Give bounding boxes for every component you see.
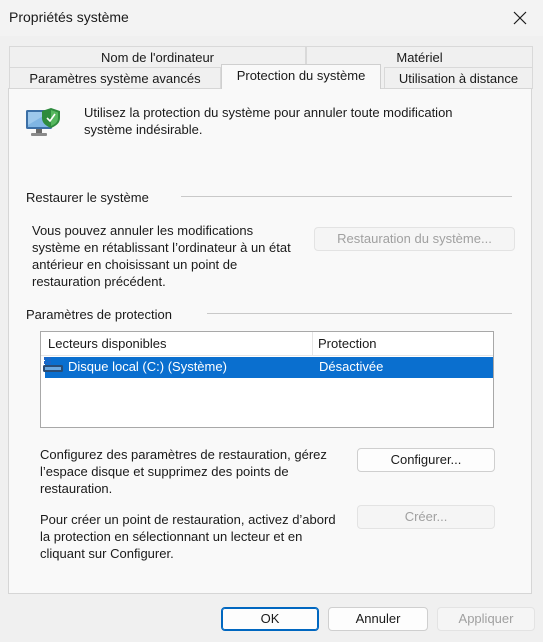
tab-protection-systeme[interactable]: Protection du système — [221, 64, 381, 89]
restore-heading: Restaurer le système — [26, 190, 149, 205]
protection-divider — [207, 313, 512, 314]
cancel-button[interactable]: Annuler — [328, 607, 428, 631]
close-button[interactable] — [497, 0, 543, 36]
system-restore-button[interactable]: Restauration du système... — [314, 227, 515, 251]
title-bar: Propriétés système — [0, 0, 543, 36]
configure-text-line: Configurez des paramètres de restauratio… — [40, 447, 327, 462]
tab-label: Nom de l'ordinateur — [100, 50, 215, 65]
tab-label: Paramètres système avancés — [29, 71, 201, 86]
restore-text-line: restauration précédent. — [32, 274, 166, 289]
restore-divider — [181, 196, 512, 197]
tab-label: Matériel — [396, 50, 443, 65]
intro-line-1: Utilisez la protection du système pour a… — [84, 105, 453, 120]
ok-button[interactable]: OK — [221, 607, 319, 631]
create-text-line: cliquant sur Configurer. — [40, 546, 174, 561]
restore-text-line: antérieur en choisissant un point de — [32, 257, 238, 272]
configure-text-line: restauration. — [40, 481, 113, 496]
intro-line-2: système indésirable. — [84, 122, 203, 137]
restore-text-line: système en rétablissant l’ordinateur à u… — [32, 240, 291, 255]
window-title: Propriétés système — [9, 9, 129, 25]
list-item[interactable]: Disque local (C:) (Système) Désactivée — [45, 357, 493, 378]
create-button[interactable]: Créer... — [357, 505, 495, 529]
column-header-drives[interactable]: Lecteurs disponibles — [48, 336, 167, 351]
computer-shield-icon — [26, 108, 60, 136]
tab-label: Utilisation à distance — [398, 71, 519, 86]
drive-protection-status: Désactivée — [319, 359, 384, 374]
protection-heading: Paramètres de protection — [26, 307, 172, 322]
drive-name: Disque local (C:) (Système) — [68, 359, 227, 374]
tab-label: Protection du système — [236, 68, 366, 83]
configure-text-line: l’espace disque et supprimez des points … — [40, 464, 289, 479]
configure-button[interactable]: Configurer... — [357, 448, 495, 472]
column-separator[interactable] — [312, 332, 313, 356]
column-header-protection[interactable]: Protection — [318, 336, 377, 351]
create-text-line: la protection en sélectionnant un lecteu… — [40, 529, 303, 544]
apply-button[interactable]: Appliquer — [437, 607, 535, 631]
tab-utilisation-distance[interactable]: Utilisation à distance — [384, 67, 533, 89]
drives-list[interactable]: Lecteurs disponibles Protection Disque l… — [40, 331, 494, 428]
close-icon — [513, 11, 527, 25]
list-header: Lecteurs disponibles Protection — [41, 332, 493, 356]
drive-icon — [43, 357, 63, 372]
create-text-line: Pour créer un point de restauration, act… — [40, 512, 336, 527]
restore-text-line: Vous pouvez annuler les modifications — [32, 223, 254, 238]
tab-parametres-avances[interactable]: Paramètres système avancés — [9, 67, 221, 89]
